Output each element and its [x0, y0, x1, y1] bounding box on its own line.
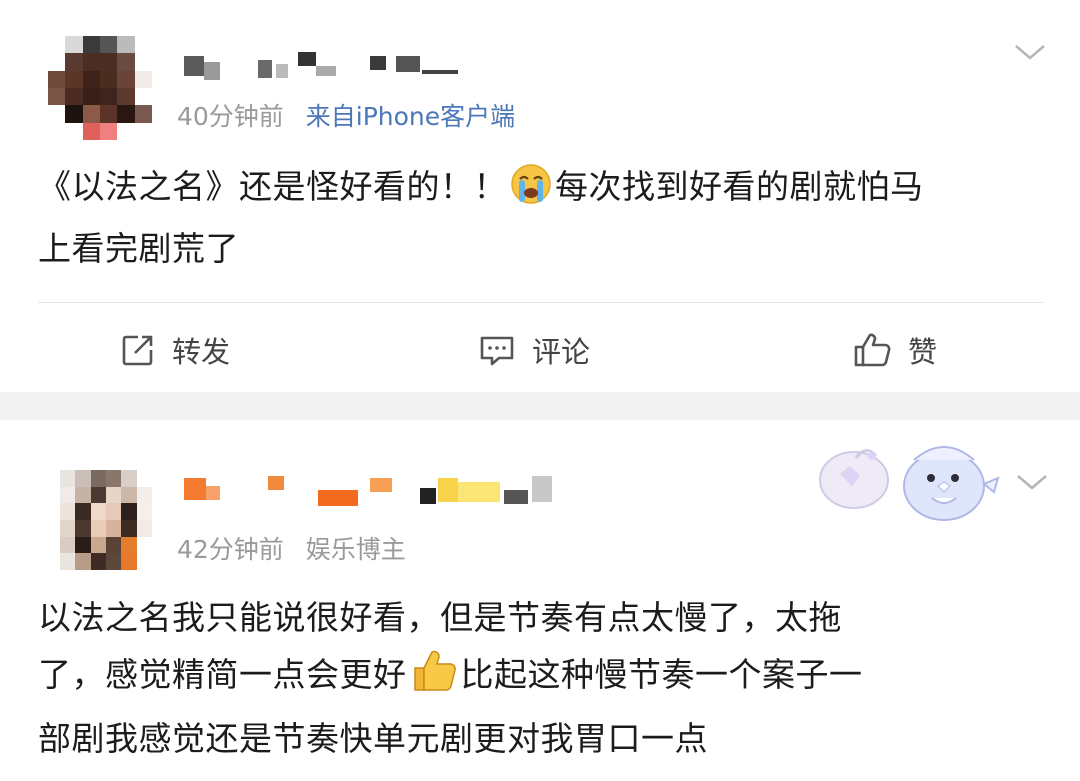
- post-meta: 42分钟前 娱乐博主: [177, 530, 420, 566]
- comment-icon: [480, 336, 514, 366]
- post-text-line: 比起这种慢节奏一个案子一: [460, 655, 863, 694]
- username-redacted[interactable]: [184, 476, 564, 506]
- comment-label: 评论: [532, 335, 591, 369]
- bird-mascot-sticker: [814, 434, 1010, 524]
- chevron-down-icon[interactable]: [1012, 40, 1048, 64]
- post-text-line: 部剧我感觉还是节奏快单元剧更对我胃口一点: [38, 719, 708, 758]
- comment-button[interactable]: 评论: [478, 328, 590, 372]
- post-text-line: 以法之名我只能说很好看，但是节奏有点太慢了，太拖: [38, 598, 842, 637]
- username-redacted[interactable]: [184, 52, 464, 82]
- divider: [38, 302, 1044, 303]
- post-source[interactable]: 来自iPhone客户端: [306, 102, 515, 131]
- post-meta: 40分钟前 来自iPhone客户端: [177, 97, 529, 133]
- post-text: 《以法之名》还是怪好看的！！ 每次找到好看的剧就怕马 上看完剧荒了: [38, 160, 1048, 276]
- post-card-2: 42分钟前 娱乐博主 以法之名我只能说很好看，但是节奏有点太慢了，太拖 了，感觉…: [0, 420, 1080, 781]
- thumbs-up-outline-icon: [854, 333, 891, 367]
- avatar[interactable]: [48, 36, 152, 140]
- post-text-line: 了，感觉精简一点会更好: [38, 655, 407, 694]
- post-time: 42分钟前: [177, 535, 284, 564]
- crying-face-icon: [509, 162, 553, 222]
- post-text-line: 每次找到好看的剧就怕马: [555, 167, 924, 206]
- thumbs-up-icon: [409, 646, 459, 711]
- post-time: 40分钟前: [177, 102, 284, 131]
- chevron-down-icon[interactable]: [1014, 470, 1050, 494]
- post-text-line: 《以法之名》还是怪好看的！！: [38, 167, 507, 206]
- repost-label: 转发: [172, 335, 231, 369]
- like-label: 赞: [908, 335, 938, 369]
- repost-icon: [122, 335, 153, 366]
- user-tag: 娱乐博主: [305, 535, 406, 564]
- repost-button[interactable]: 转发: [120, 328, 230, 372]
- avatar[interactable]: [60, 470, 152, 570]
- post-text-line: 上看完剧荒了: [38, 229, 239, 268]
- like-button[interactable]: 赞: [852, 328, 937, 372]
- post-text: 以法之名我只能说很好看，但是节奏有点太慢了，太拖 了，感觉精简一点会更好 比起这…: [38, 590, 1048, 767]
- post-separator: [0, 392, 1080, 420]
- post-card-1: 40分钟前 来自iPhone客户端 《以法之名》还是怪好看的！！ 每次找到好看的…: [0, 0, 1080, 392]
